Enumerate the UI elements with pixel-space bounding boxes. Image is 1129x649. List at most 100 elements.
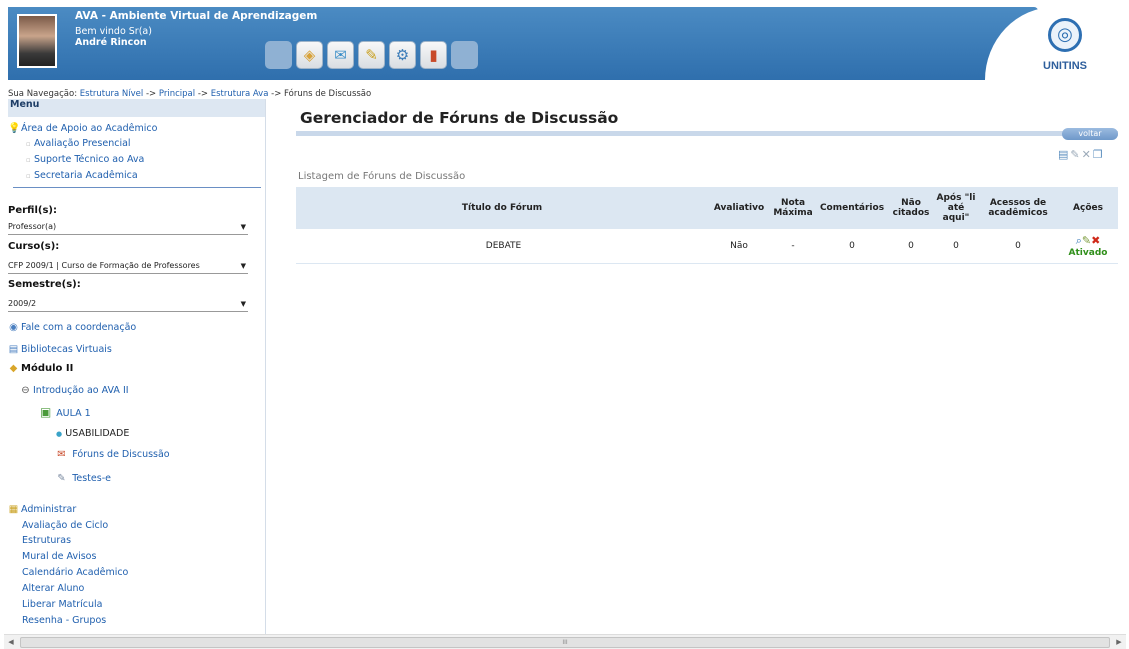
sidebar-item-alterar-aluno[interactable]: Alterar Aluno [22, 583, 278, 594]
sidebar-item-avaliacao-presencial[interactable]: ▫ Avaliação Presencial [26, 138, 282, 149]
col-comentarios: Comentários [816, 187, 888, 229]
breadcrumb-estrutura-ava[interactable]: Estrutura Ava [211, 89, 269, 99]
breadcrumb-separator: -> [197, 89, 209, 99]
perfil-select[interactable]: Professor(a) ▼ [8, 220, 248, 235]
bibliotecas-label: Bibliotecas Virtuais [21, 344, 112, 355]
welcome-text: Bem vindo Sr(a) [75, 26, 152, 37]
app-title: AVA - Ambiente Virtual de Aprendizagem [75, 10, 318, 22]
sidebar-item-secretaria[interactable]: ▫ Secretaria Acadêmica [26, 170, 282, 181]
logo-emblem-icon: ◎ [1048, 18, 1082, 52]
modulo-label: Módulo II [21, 363, 74, 374]
sidebar-item-mural-avisos[interactable]: Mural de Avisos [22, 551, 278, 562]
cell-nao-citados: 0 [888, 229, 934, 264]
breadcrumb: Sua Navegação: Estrutura Nível -> Princi… [8, 89, 371, 99]
aula-item[interactable]: ▣ AULA 1 [40, 405, 296, 419]
aula-label: AULA 1 [56, 408, 91, 419]
test-icon: ✎ [57, 473, 66, 484]
col-avaliativo: Avaliativo [708, 187, 770, 229]
semestre-value: 2009/2 [8, 299, 37, 308]
sidebar-item-calendario[interactable]: Calendário Acadêmico [22, 567, 278, 578]
foruns-label: Fóruns de Discussão [72, 449, 170, 460]
intro-item[interactable]: ⊖ Introdução ao AVA II [20, 385, 276, 396]
col-titulo: Título do Fórum [296, 187, 708, 229]
table-row: DEBATE Não - 0 0 0 0 ⌕✎✖ Ativado [296, 229, 1118, 264]
library-icon: ▤ [8, 344, 19, 355]
lightbulb-icon: 💡 [8, 123, 21, 134]
col-apos-li: Após "li até aqui" [934, 187, 978, 229]
bibliotecas-link[interactable]: ▤ Bibliotecas Virtuais [8, 344, 264, 355]
bullet-icon: ▫ [26, 156, 31, 164]
logo-text: UNITINS [1043, 60, 1087, 72]
sidebar-item-resenha-grupos[interactable]: Resenha - Grupos [22, 615, 278, 626]
modulo-item[interactable]: ◆ Módulo II [8, 363, 264, 374]
collapse-icon: ⊖ [21, 385, 30, 396]
avatar [17, 14, 57, 68]
user-name: André Rincon [75, 37, 147, 48]
curso-select[interactable]: CFP 2009/1 | Curso de Formação de Profes… [8, 259, 248, 274]
support-area-link[interactable]: 💡Área de Apoio ao Acadêmico [8, 123, 264, 134]
status-badge[interactable]: Ativado [1059, 248, 1117, 258]
sidebar-item-label: Suporte Técnico ao Ava [33, 154, 145, 165]
forum-icon: ✉ [57, 449, 66, 460]
add-icon[interactable]: ▤ [1058, 148, 1070, 161]
semestre-label: Semestre(s): [8, 279, 81, 290]
sidebar-item-suporte-tecnico[interactable]: ▫ Suporte Técnico ao Ava [26, 154, 282, 165]
list-title: Listagem de Fóruns de Discussão [298, 171, 466, 182]
dropdown-arrow-icon: ▼ [240, 300, 246, 308]
breadcrumb-prefix: Sua Navegação: [8, 89, 78, 99]
col-acessos: Acessos de acadêmicos [978, 187, 1058, 229]
administrar-item[interactable]: ▦ Administrar [8, 504, 264, 515]
copy-icon[interactable]: ❐ [1093, 148, 1105, 161]
delete-icon[interactable]: ✖ [1091, 234, 1100, 247]
toolbar-blank-left [265, 41, 292, 69]
breadcrumb-separator: -> [271, 89, 282, 99]
edit-icon[interactable]: ✎ [1082, 234, 1091, 247]
fale-coordenacao-link[interactable]: ◉ Fale com a coordenação [8, 322, 264, 333]
sidebar-item-estruturas[interactable]: Estruturas [22, 535, 278, 546]
forums-table: Título do Fórum Avaliativo Nota Máxima C… [296, 187, 1118, 264]
testes-item[interactable]: ✎ Testes-e [56, 473, 312, 484]
menu-header: Menu [8, 99, 265, 117]
delete-icon[interactable]: ✕ [1082, 148, 1093, 161]
toolbar-actions: ▤✎✕❐ [1058, 148, 1105, 161]
semestre-select[interactable]: 2009/2 ▼ [8, 297, 248, 312]
document-icon: ▣ [40, 405, 52, 419]
sidebar-item-liberar-matricula[interactable]: Liberar Matrícula [22, 599, 278, 610]
col-nota-maxima: Nota Máxima [770, 187, 816, 229]
sidebar-item-avaliacao-ciclo[interactable]: Avaliação de Ciclo [22, 520, 278, 531]
tag-icon[interactable]: ◈ [296, 41, 323, 69]
scroll-right-icon[interactable]: ▶ [1112, 635, 1126, 649]
support-area-label: Área de Apoio ao Acadêmico [21, 123, 158, 134]
page-title: Gerenciador de Fóruns de Discussão [300, 109, 619, 127]
edit-icon[interactable]: ✎ [1070, 148, 1081, 161]
cell-titulo: DEBATE [296, 229, 708, 264]
foruns-item[interactable]: ✉ Fóruns de Discussão [56, 449, 312, 460]
breadcrumb-separator: -> [145, 89, 157, 99]
administrar-label: Administrar [21, 504, 77, 515]
book-icon[interactable]: ▮ [420, 41, 447, 69]
cell-acessos: 0 [978, 229, 1058, 264]
cell-nota: - [770, 229, 816, 264]
perfil-label: Perfil(s): [8, 205, 57, 216]
usabilidade-item[interactable]: ● USABILIDADE [56, 428, 312, 439]
col-nao-citados: Não citados [888, 187, 934, 229]
horizontal-scrollbar[interactable]: ◀ III ▶ [4, 634, 1126, 649]
voltar-button[interactable]: voltar [1062, 128, 1118, 140]
module-icon: ◆ [9, 363, 18, 374]
settings-icon[interactable]: ⚙ [389, 41, 416, 69]
breadcrumb-principal[interactable]: Principal [159, 89, 195, 99]
title-underline [296, 131, 1118, 136]
fale-label: Fale com a coordenação [21, 322, 137, 333]
scroll-left-icon[interactable]: ◀ [4, 635, 18, 649]
breadcrumb-current: Fóruns de Discussão [284, 89, 372, 99]
sidebar: Menu 💡Área de Apoio ao Acadêmico ▫ Avali… [8, 99, 266, 634]
breadcrumb-estrutura-nivel[interactable]: Estrutura Nível [80, 89, 143, 99]
tools-icon[interactable]: ✎ [358, 41, 385, 69]
testes-label: Testes-e [72, 473, 111, 484]
header: AVA - Ambiente Virtual de Aprendizagem B… [0, 0, 1129, 86]
scrollbar-thumb[interactable]: III [20, 637, 1110, 648]
perfil-value: Professor(a) [8, 222, 57, 231]
table-header-row: Título do Fórum Avaliativo Nota Máxima C… [296, 187, 1118, 229]
cell-avaliativo: Não [708, 229, 770, 264]
mail-icon[interactable]: ✉ [327, 41, 354, 69]
